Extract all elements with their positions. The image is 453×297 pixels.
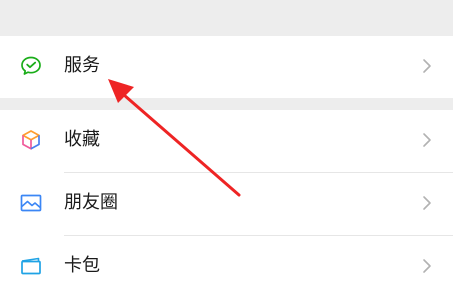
chevron-right-icon [420,130,434,150]
menu-item-services[interactable]: 服务 [0,36,453,98]
menu-item-card-wallet[interactable]: 卡包 [0,236,453,297]
menu-item-label: 收藏 [64,129,100,150]
chevron-right-icon [420,193,434,213]
menu-item-label: 服务 [64,55,100,76]
card-wallet-icon [19,254,43,278]
chevron-right-icon [420,256,434,276]
menu-item-label: 朋友圈 [64,192,118,213]
favorites-cube-icon [19,128,43,152]
wechat-pay-icon [19,54,43,78]
chevron-right-icon [420,56,434,76]
menu-item-moments[interactable]: 朋友圈 [0,173,453,235]
section-gap-top [0,0,453,36]
moments-picture-icon [19,191,43,215]
menu-item-label: 卡包 [64,255,100,276]
section-gap-middle [0,98,453,110]
menu-item-favorites[interactable]: 收藏 [0,110,453,172]
